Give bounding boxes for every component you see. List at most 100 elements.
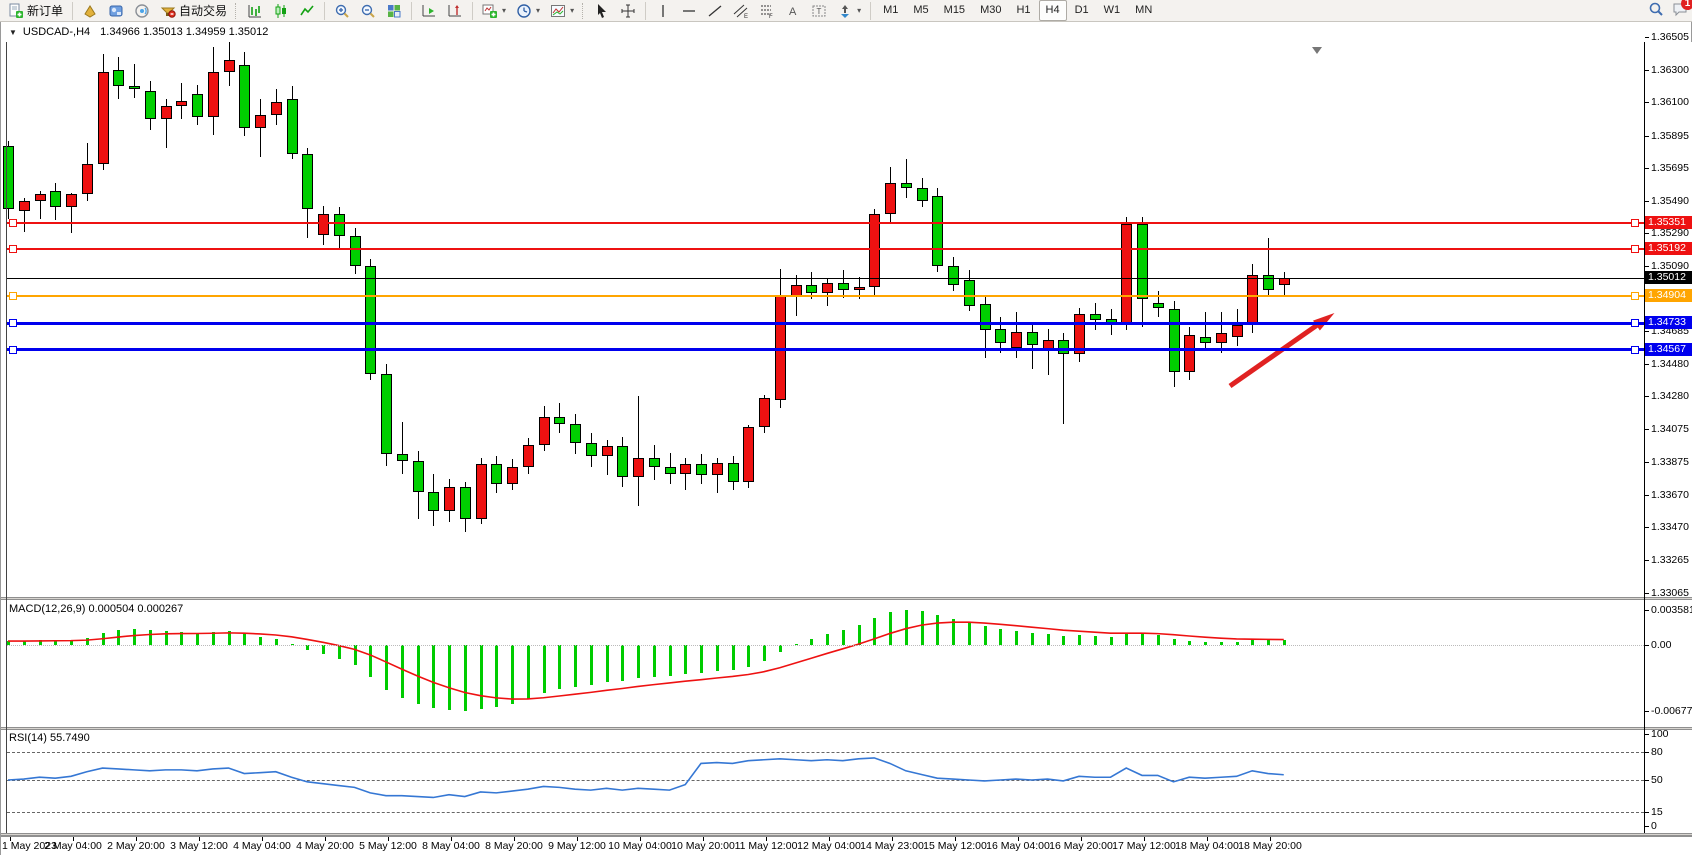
line-handle[interactable] <box>9 319 17 327</box>
zoom-out-button[interactable] <box>356 0 380 21</box>
macd-histogram-bar <box>86 638 89 645</box>
candle-body <box>176 101 187 106</box>
time-axis[interactable]: 1 May 20232 May 04:002 May 20:003 May 12… <box>1 836 1692 855</box>
trendline-button[interactable] <box>703 0 727 21</box>
horizontal-line-icon <box>681 3 697 19</box>
rsi-panel[interactable]: RSI(14) 55.7490 <box>1 730 1692 833</box>
timeframe-button-m15[interactable]: M15 <box>937 0 972 21</box>
line-handle[interactable] <box>9 346 17 354</box>
macd-histogram-bar <box>606 645 609 682</box>
candle-wick <box>638 396 639 506</box>
chart-shift-icon <box>447 3 463 19</box>
macd-histogram-bar <box>196 633 199 645</box>
bar-chart-button[interactable] <box>243 0 267 21</box>
cursor-button[interactable] <box>590 0 614 21</box>
autotrade-button[interactable]: 自动交易 <box>156 0 231 21</box>
market-watch-button[interactable] <box>78 0 102 21</box>
macd-histogram-bar <box>984 626 987 645</box>
notifications-button[interactable]: 1 <box>1672 1 1688 17</box>
macd-histogram-bar <box>590 645 593 685</box>
macd-histogram-bar <box>763 645 766 661</box>
horizontal-line-object[interactable] <box>7 222 1644 224</box>
candle-wick <box>1048 329 1049 376</box>
timeframe-button-m5[interactable]: M5 <box>906 0 935 21</box>
horizontal-line-object[interactable] <box>7 348 1644 351</box>
horizontal-line-object[interactable] <box>7 322 1644 325</box>
macd-histogram-bar <box>354 645 357 665</box>
fibonacci-button[interactable]: F <box>755 0 779 21</box>
periods-button[interactable]: ▾ <box>512 0 544 21</box>
tile-windows-icon <box>386 3 402 19</box>
timeframe-button-d1[interactable]: D1 <box>1068 0 1096 21</box>
candle-body <box>224 60 235 71</box>
line-handle[interactable] <box>9 292 17 300</box>
timeframe-button-h1[interactable]: H1 <box>1009 0 1037 21</box>
macd-histogram-bar <box>779 645 782 652</box>
new-order-icon <box>8 3 24 19</box>
crosshair-button[interactable] <box>616 0 640 21</box>
candle-body <box>113 70 124 86</box>
macd-histogram-bar <box>149 630 152 645</box>
price-tick <box>1645 70 1649 71</box>
ohlc-values: 1.34966 1.35013 1.34959 1.35012 <box>100 26 268 38</box>
rsi-line <box>1 730 1692 833</box>
timeframe-button-m30[interactable]: M30 <box>973 0 1008 21</box>
line-chart-button[interactable] <box>295 0 319 21</box>
timeframe-button-m1[interactable]: M1 <box>876 0 905 21</box>
macd-histogram-bar <box>369 645 372 677</box>
signals-button[interactable] <box>130 0 154 21</box>
separator <box>324 2 325 20</box>
line-handle[interactable] <box>1631 319 1639 327</box>
candle-body <box>239 65 250 128</box>
chevron-down-icon: ▾ <box>502 6 506 15</box>
macd-panel[interactable]: MACD(12,26,9) 0.000504 0.000267 <box>1 600 1692 727</box>
timeframe-button-h4[interactable]: H4 <box>1039 0 1067 21</box>
time-label: 10 May 04:00 <box>605 840 675 852</box>
search-icon[interactable] <box>1648 1 1664 17</box>
chart-shift-button[interactable] <box>443 0 467 21</box>
arrows-button[interactable]: ▾ <box>833 0 865 21</box>
zoom-in-button[interactable] <box>330 0 354 21</box>
candle-body <box>1232 325 1243 336</box>
horizontal-line-object[interactable] <box>7 295 1644 297</box>
new-chart-icon <box>482 3 498 19</box>
line-handle[interactable] <box>9 219 17 227</box>
candle-body <box>3 146 14 209</box>
templates-button[interactable]: ▾ <box>546 0 578 21</box>
chart-shift-marker[interactable] <box>1312 47 1322 54</box>
price-tick-label: 1.33670 <box>1651 489 1689 501</box>
macd-histogram-bar <box>621 645 624 681</box>
line-handle[interactable] <box>1631 219 1639 227</box>
text-button[interactable]: A <box>781 0 805 21</box>
new-chart-button[interactable]: ▾ <box>478 0 510 21</box>
candle-body <box>554 417 565 423</box>
line-handle[interactable] <box>1631 292 1639 300</box>
navigator-button[interactable] <box>104 0 128 21</box>
line-handle[interactable] <box>1631 346 1639 354</box>
price-chart-panel[interactable] <box>1 42 1692 597</box>
separator <box>870 2 871 20</box>
timeframe-button-mn[interactable]: MN <box>1128 0 1159 21</box>
price-tick <box>1645 560 1649 561</box>
line-handle[interactable] <box>9 245 17 253</box>
auto-scroll-button[interactable] <box>417 0 441 21</box>
equidistant-channel-button[interactable]: E <box>729 0 753 21</box>
text-label-button[interactable]: T <box>807 0 831 21</box>
timeframe-button-w1[interactable]: W1 <box>1097 0 1128 21</box>
vertical-line-button[interactable] <box>651 0 675 21</box>
new-order-button[interactable]: 新订单 <box>4 0 67 21</box>
window-menu-icon[interactable]: ▼ <box>9 28 17 37</box>
candle-body <box>680 464 691 474</box>
candlestick-chart-button[interactable] <box>269 0 293 21</box>
macd-histogram-bar <box>936 615 939 645</box>
tile-windows-button[interactable] <box>382 0 406 21</box>
candle-body <box>743 427 754 482</box>
macd-histogram-bar <box>858 625 861 645</box>
candle-body <box>586 443 597 456</box>
horizontal-line-button[interactable] <box>677 0 701 21</box>
candle-wick <box>607 440 608 476</box>
macd-scale-tick <box>1645 645 1649 646</box>
line-handle[interactable] <box>1631 245 1639 253</box>
price-tick <box>1645 527 1649 528</box>
horizontal-line-object[interactable] <box>7 248 1644 250</box>
